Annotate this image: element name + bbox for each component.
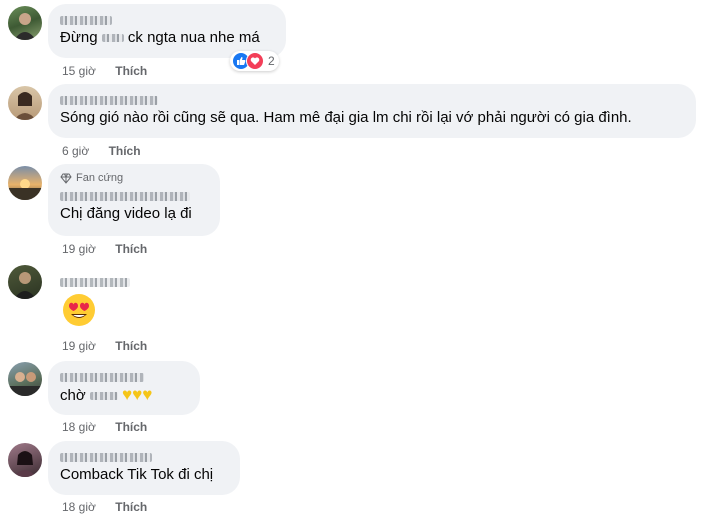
redacted-word [101,34,124,43]
reactions-summary[interactable]: 2 [230,51,279,71]
comment-bubble: chờ ♥♥♥ [48,361,200,415]
avatar[interactable] [8,362,42,396]
avatar-image [14,272,36,299]
comment-bubble: Đừng ck ngta nua nhe má [48,4,286,58]
avatar[interactable] [8,166,42,200]
comment-time[interactable]: 18 giờ [62,500,96,514]
fan-badge-label: Fan cứng [76,172,124,184]
author-name-redacted[interactable] [60,12,274,28]
comment-bubble: Comback Tik Tok đi chị [48,441,240,495]
like-button[interactable]: Thích [115,339,147,353]
comment-bubble: Fan cứng Chị đăng video lạ đi [48,164,220,236]
comment-text: Sóng gió nào rồi cũng sẽ qua. Ham mê đại… [60,109,632,126]
heart-eyes-emoji [62,293,96,327]
avatar[interactable] [8,6,42,40]
avatar-image [14,13,36,40]
comment-meta: 19 giờ Thích [62,241,147,257]
author-name-redacted[interactable] [60,449,228,465]
comment-time[interactable]: 6 giờ [62,144,89,158]
avatar[interactable] [8,265,42,299]
redacted-word [89,392,118,401]
comment-time[interactable]: 18 giờ [62,420,96,434]
diamond-icon [60,173,72,184]
avatar[interactable] [8,443,42,477]
comment-meta: 19 giờ Thích [62,338,147,354]
yellow-heart-emoji: ♥ [142,385,153,404]
comment-meta: 18 giờ Thích [62,499,147,515]
reaction-count: 2 [268,54,275,68]
avatar-image [14,451,36,477]
like-button[interactable]: Thích [115,242,147,256]
author-name-redacted[interactable] [60,274,130,290]
comment-time[interactable]: 19 giờ [62,339,96,353]
comment-text: Đừng ck ngta nua nhe má [60,29,260,46]
author-name-redacted[interactable] [60,92,684,108]
yellow-heart-emoji: ♥ [132,385,143,404]
comment-text: Chị đăng video lạ đi [60,205,192,222]
avatar[interactable] [8,86,42,120]
like-button[interactable]: Thích [109,144,141,158]
avatar-image [8,179,42,200]
comment-time[interactable]: 19 giờ [62,242,96,256]
avatar-image [14,92,36,120]
love-icon [246,52,264,70]
comment-meta: 18 giờ Thích [62,419,147,435]
author-name-redacted[interactable] [60,188,208,204]
like-button[interactable]: Thích [115,500,147,514]
comment-meta: 6 giờ Thích [62,143,141,159]
like-button[interactable]: Thích [115,420,147,434]
comment-text: Comback Tik Tok đi chị [60,466,214,483]
comment-bubble: Sóng gió nào rồi cũng sẽ qua. Ham mê đại… [48,84,696,138]
comment-time[interactable]: 15 giờ [62,64,96,78]
comment-text: chờ ♥♥♥ [60,385,153,404]
fan-badge[interactable]: Fan cứng [60,171,208,185]
avatar-image [8,372,42,396]
comment-meta: 15 giờ Thích [62,63,147,79]
like-button[interactable]: Thích [115,64,147,78]
author-name-redacted[interactable] [60,369,188,385]
yellow-heart-emoji: ♥ [122,385,133,404]
